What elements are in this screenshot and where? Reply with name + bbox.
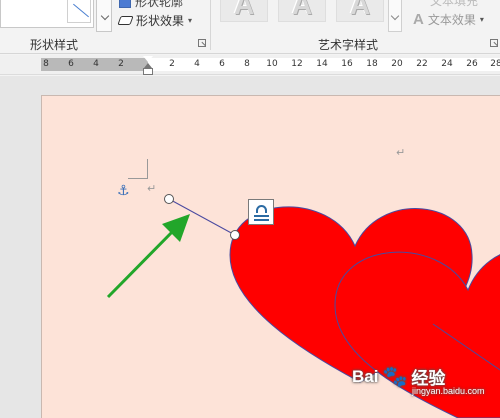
line-end-handle[interactable] xyxy=(230,230,240,240)
watermark-brand: Bai xyxy=(352,366,379,386)
layout-line xyxy=(254,215,269,217)
wrap-text-icon xyxy=(256,205,267,213)
annotation-arrow-shaft xyxy=(106,225,179,299)
layout-options-button[interactable] xyxy=(248,199,274,225)
layout-line xyxy=(254,219,269,221)
baidu-watermark: Bai 🐾 经验 jingyan.baidu.com xyxy=(352,364,485,396)
watermark-domain: jingyan.baidu.com xyxy=(412,386,485,396)
paw-icon: 🐾 xyxy=(382,366,408,388)
line-start-handle[interactable] xyxy=(164,194,174,204)
